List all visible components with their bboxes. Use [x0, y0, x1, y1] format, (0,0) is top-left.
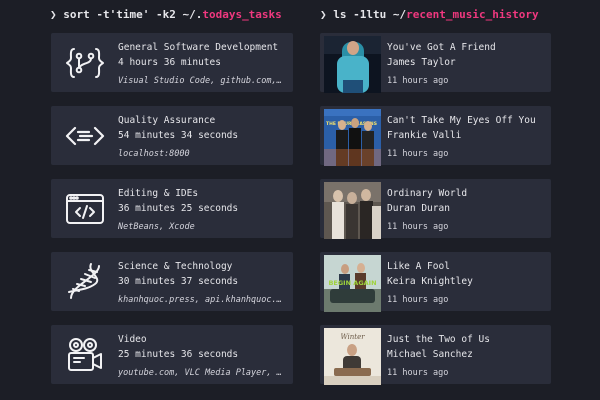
track-artist: Frankie Valli [387, 130, 462, 141]
track-title: You've Got A Friend [387, 42, 496, 53]
track-artist: Keira Knightley [387, 276, 473, 287]
dna-icon [65, 262, 105, 302]
task-apps: youtube.com, VLC Media Player, phi… [118, 368, 284, 378]
music-card[interactable]: BEGIN AGAIN Like A Fool Keira Knightley … [320, 252, 551, 312]
task-name: Video [118, 334, 147, 345]
tasks-prompt: ❯ sort -t'time' -k2 ~/.todays_tasks [50, 7, 282, 23]
prompt-symbol: ❯ [320, 8, 327, 21]
album-cover[interactable] [324, 182, 381, 239]
task-name: Quality Assurance [118, 115, 216, 126]
track-title: Ordinary World [387, 188, 468, 199]
cover-text: BEGIN AGAIN [328, 279, 376, 287]
track-title: Can't Take My Eyes Off You [387, 115, 536, 126]
played-time: 11 hours ago [387, 368, 449, 378]
task-card[interactable]: Video 25 minutes 36 seconds youtube.com,… [51, 325, 293, 384]
movie-camera-icon [65, 335, 105, 375]
code-branch-icon [65, 43, 105, 83]
code-arrows-icon [65, 116, 105, 156]
prompt-command: sort -t'time' -k2 ~/. [63, 8, 203, 21]
album-cover[interactable] [324, 36, 381, 93]
played-time: 11 hours ago [387, 149, 449, 159]
task-card[interactable]: Quality Assurance 54 minutes 34 seconds … [51, 106, 293, 165]
music-card[interactable]: Winter Just the Two of Us Michael Sanche… [320, 325, 551, 385]
music-card[interactable]: THE FOUR SEASONS Can't Take My Eyes Off … [320, 106, 551, 166]
task-name: Science & Technology [118, 261, 233, 272]
prompt-command: ls -1ltu ~/ [333, 8, 407, 21]
music-prompt: ❯ ls -1ltu ~/recent_music_history [320, 7, 539, 23]
task-duration: 54 minutes 34 seconds [118, 130, 239, 141]
track-artist: James Taylor [387, 57, 456, 68]
prompt-path: recent_music_history [406, 8, 539, 21]
album-cover[interactable]: Winter [324, 328, 381, 385]
task-duration: 25 minutes 36 seconds [118, 349, 239, 360]
cover-text: Winter [340, 333, 365, 341]
task-apps: NetBeans, Xcode [118, 222, 195, 232]
task-duration: 36 minutes 25 seconds [118, 203, 239, 214]
task-name: General Software Development [118, 42, 279, 53]
track-artist: Michael Sanchez [387, 349, 473, 360]
task-apps: localhost:8000 [118, 149, 190, 159]
album-cover[interactable]: BEGIN AGAIN [324, 255, 381, 312]
task-name: Editing & IDEs [118, 188, 199, 199]
task-duration: 30 minutes 37 seconds [118, 276, 239, 287]
played-time: 11 hours ago [387, 222, 449, 232]
track-title: Like A Fool [387, 261, 450, 272]
task-card[interactable]: Editing & IDEs 36 minutes 25 seconds Net… [51, 179, 293, 238]
prompt-path: todays_tasks [202, 8, 282, 21]
task-card[interactable]: General Software Development 4 hours 36 … [51, 33, 293, 92]
album-cover[interactable]: THE FOUR SEASONS [324, 109, 381, 166]
music-card[interactable]: Ordinary World Duran Duran 11 hours ago [320, 179, 551, 239]
played-time: 11 hours ago [387, 295, 449, 305]
task-card[interactable]: Science & Technology 30 minutes 37 secon… [51, 252, 293, 311]
prompt-symbol: ❯ [50, 8, 57, 21]
track-artist: Duran Duran [387, 203, 450, 214]
code-window-icon [65, 189, 105, 229]
task-apps: khanhquoc.press, api.khanhquoc.pre… [118, 295, 284, 305]
task-duration: 4 hours 36 minutes [118, 57, 221, 68]
music-card[interactable]: You've Got A Friend James Taylor 11 hour… [320, 33, 551, 93]
played-time: 11 hours ago [387, 76, 449, 86]
task-apps: Visual Studio Code, github.com, it… [118, 76, 284, 86]
track-title: Just the Two of Us [387, 334, 490, 345]
